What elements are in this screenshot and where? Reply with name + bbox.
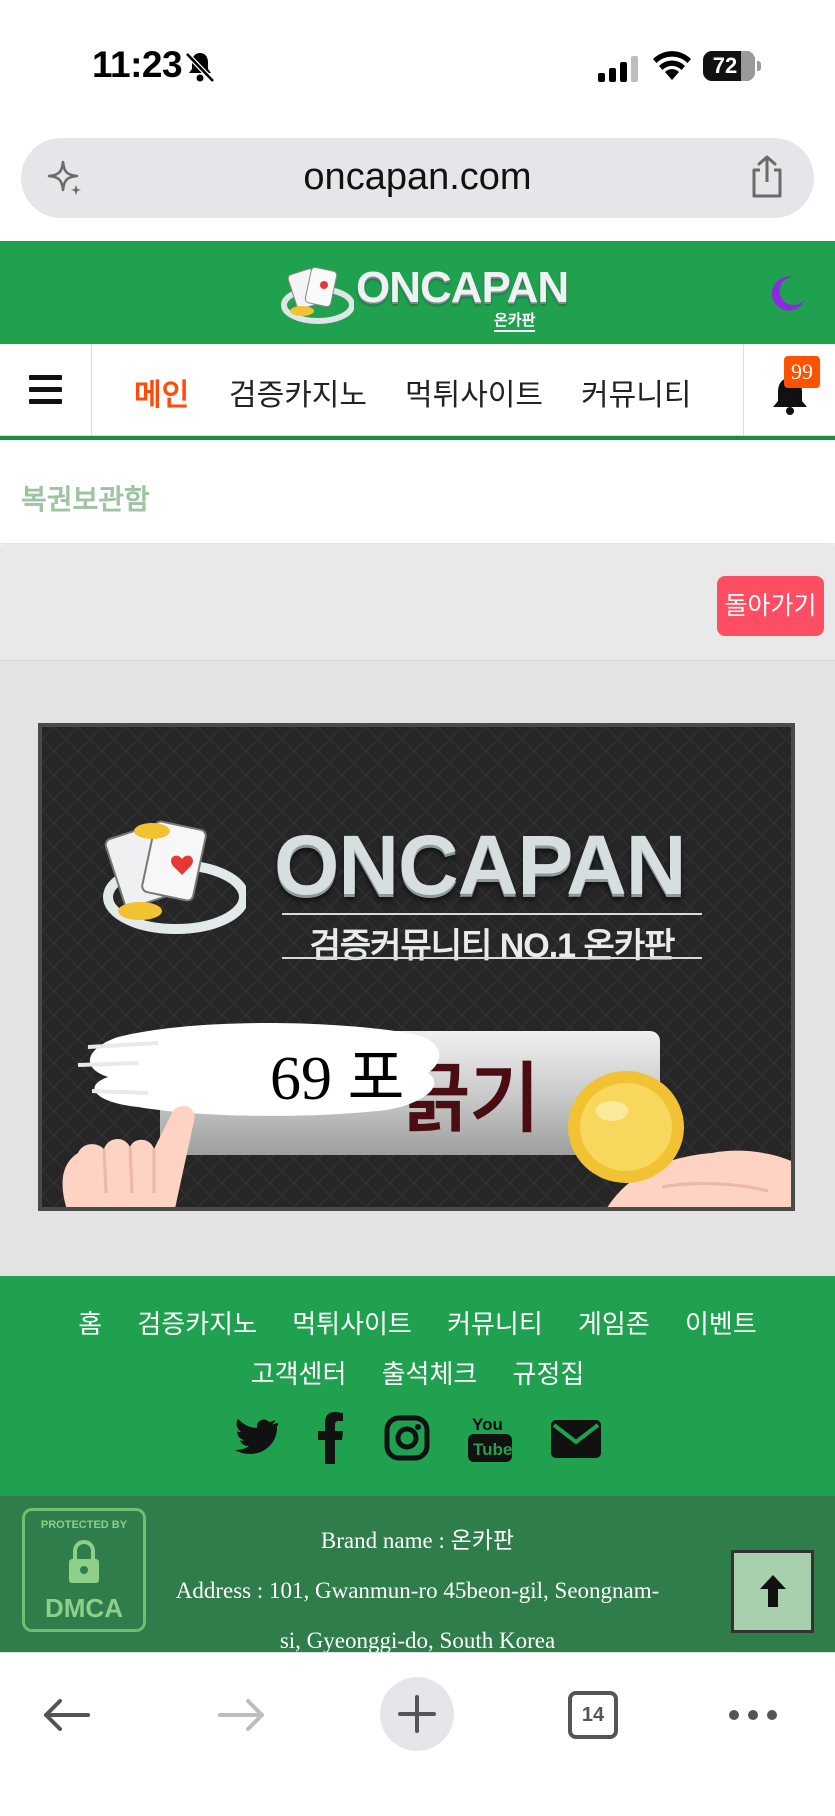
- footer-link-game-zone[interactable]: 게임존: [578, 1309, 650, 1339]
- share-icon[interactable]: [748, 154, 786, 200]
- footer-link-attendance[interactable]: 출석체크: [382, 1359, 478, 1389]
- browser-toolbar: 14: [0, 1652, 835, 1816]
- main-nav: 메인 검증카지노 먹튀사이트 커뮤니티 99: [0, 344, 835, 440]
- svg-text:You: You: [472, 1415, 503, 1434]
- cards-logo-icon: [103, 820, 246, 934]
- dmca-badge[interactable]: PROTECTED BY DMCA: [22, 1508, 146, 1632]
- address-bar[interactable]: oncapan.com: [21, 138, 814, 218]
- footer-links-row1: 홈 검증카지노 먹튀사이트 커뮤니티 게임존 이벤트: [0, 1304, 835, 1341]
- logo-text: ONCAPAN: [356, 263, 569, 312]
- status-time: 11:23: [92, 44, 183, 85]
- brand-name-line: Brand name : 온카판: [320, 1528, 515, 1553]
- coin-hand-illustration: [568, 1071, 791, 1207]
- page-title-bar: 복권보관함: [0, 445, 835, 543]
- scroll-to-top-button[interactable]: [731, 1550, 814, 1633]
- footer-info: PROTECTED BY DMCA Brand name : 온카판 Addre…: [0, 1496, 835, 1652]
- more-icon[interactable]: [728, 1709, 778, 1721]
- nav-item-community[interactable]: 커뮤니티: [581, 370, 691, 414]
- menu-button[interactable]: [0, 344, 92, 435]
- site-logo[interactable]: ONCAPAN 온카판: [280, 259, 569, 332]
- dmca-text: DMCA: [45, 1593, 123, 1623]
- hand-illustration: [62, 1106, 195, 1207]
- nav-item-main[interactable]: 메인: [134, 370, 189, 414]
- nav-item-verified-casino[interactable]: 검증카지노: [229, 370, 367, 414]
- cards-logo-icon: [281, 266, 354, 324]
- footer-link-scam-sites[interactable]: 먹튀사이트: [292, 1309, 412, 1339]
- forward-arrow-icon[interactable]: [216, 1697, 266, 1733]
- youtube-icon[interactable]: You Tube: [468, 1412, 512, 1464]
- page-title: 복권보관함: [21, 484, 150, 515]
- notification-badge: 99: [784, 356, 820, 388]
- lock-icon: [69, 1540, 99, 1583]
- new-tab-button[interactable]: [380, 1677, 454, 1751]
- scratch-banner[interactable]: ONCAPAN 검증커뮤니티 NO.1 온카판 긁기 69 포: [38, 723, 795, 1211]
- back-button[interactable]: 돌아가기: [717, 576, 824, 636]
- logo-subtext: 온카판: [494, 309, 536, 332]
- battery-icon: 72: [703, 51, 761, 81]
- footer-link-rules[interactable]: 규정집: [513, 1359, 585, 1389]
- twitter-icon[interactable]: [232, 1412, 278, 1464]
- status-bar: 11:23 72: [0, 0, 835, 132]
- instagram-icon[interactable]: [384, 1412, 430, 1464]
- banner-logo-text: ONCAPAN: [274, 818, 686, 912]
- footer-link-customer-center[interactable]: 고객센터: [251, 1359, 347, 1389]
- nav-item-scam-sites[interactable]: 먹튀사이트: [405, 370, 543, 414]
- social-links: You Tube: [232, 1412, 612, 1468]
- url-text[interactable]: oncapan.com: [21, 156, 814, 199]
- site-header: ONCAPAN 온카판: [0, 241, 835, 344]
- facebook-icon[interactable]: [318, 1412, 344, 1464]
- footer-links-row2: 고객센터 출석체크 규정집: [0, 1354, 835, 1391]
- dmca-top-text: PROTECTED BY: [40, 1519, 128, 1531]
- cellular-signal-icon: [598, 56, 638, 82]
- tabs-button[interactable]: 14: [568, 1691, 618, 1739]
- footer: 홈 검증카지노 먹튀사이트 커뮤니티 게임존 이벤트 고객센터 출석체크 규정집…: [0, 1276, 835, 1496]
- back-arrow-icon[interactable]: [42, 1697, 92, 1733]
- svg-text:Tube: Tube: [473, 1440, 512, 1459]
- footer-link-verified-casino[interactable]: 검증카지노: [137, 1309, 257, 1339]
- points-text: 69 포: [270, 1045, 405, 1113]
- address-line-1: Address : 101, Gwanmun-ro 45beon-gil, Se…: [175, 1578, 660, 1603]
- arrow-up-icon: [760, 1575, 786, 1607]
- notifications-button[interactable]: 99: [743, 344, 835, 435]
- moon-icon[interactable]: [767, 273, 807, 313]
- footer-link-home[interactable]: 홈: [78, 1309, 102, 1339]
- bell-slash-icon: [185, 52, 215, 83]
- footer-link-community[interactable]: 커뮤니티: [447, 1309, 543, 1339]
- battery-level: 72: [712, 53, 738, 78]
- footer-link-events[interactable]: 이벤트: [685, 1309, 757, 1339]
- banner-tagline: 검증커뮤니티 NO.1 온카판: [309, 927, 676, 965]
- address-line-2: si, Gyeonggi-do, South Korea: [279, 1628, 556, 1652]
- email-icon[interactable]: [550, 1412, 602, 1464]
- wifi-icon: [653, 51, 691, 80]
- address-line: Address : 101, Gwanmun-ro 45beon-gil, Se…: [150, 1566, 685, 1652]
- plus-icon: [398, 1695, 436, 1733]
